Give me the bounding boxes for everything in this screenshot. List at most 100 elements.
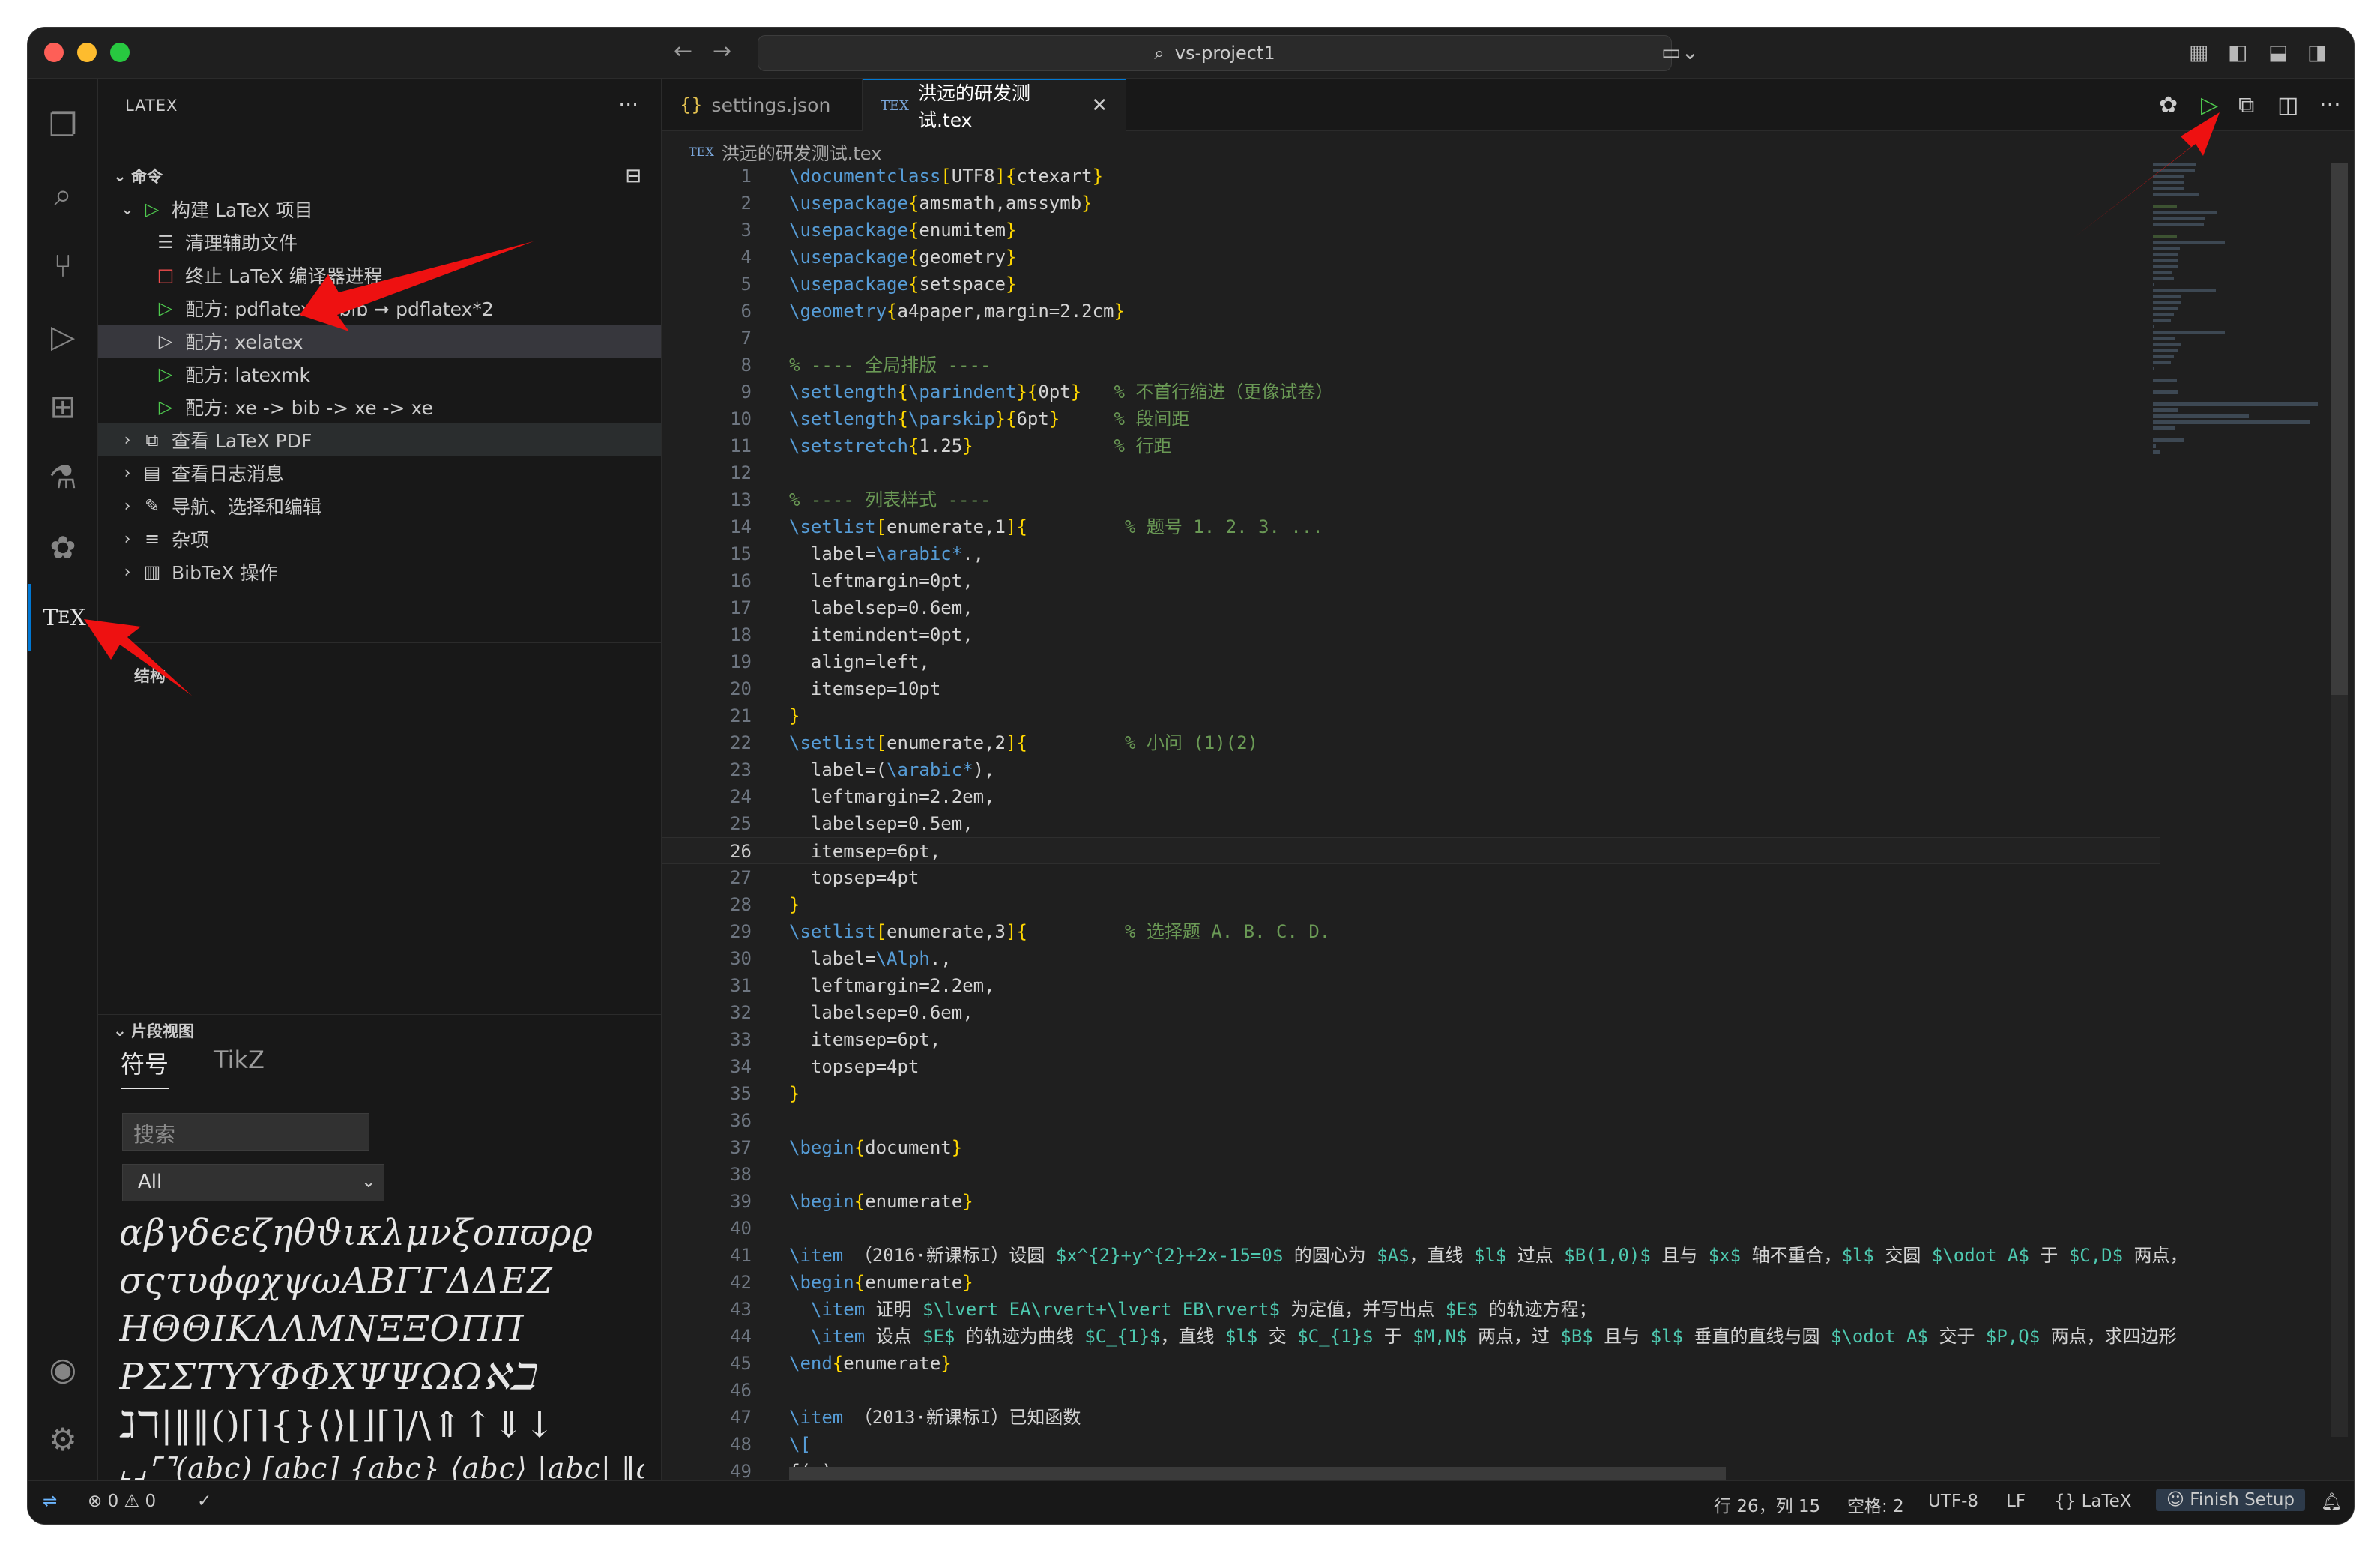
code-line[interactable]: 24 leftmargin=2.2em, [662,783,2160,810]
kill-compiler-item[interactable]: □ 终止 LaTeX 编译器进程 [98,259,661,292]
explorer-icon[interactable]: ❐ [28,91,98,158]
line-text[interactable]: \setlength{\parskip}{6pt} % 段间距 [789,405,1189,432]
source-control-icon[interactable]: ⑂ [28,232,98,299]
line-text[interactable]: topsep=4pt [789,864,919,891]
code-line[interactable]: 11 \setstretch{1.25} % 行距 [662,432,2160,459]
chatgpt-action-icon[interactable]: ✿ [2159,92,2178,118]
line-text[interactable]: itemsep=6pt, [789,838,940,865]
view-pdf-group[interactable]: › ⧉ 查看 LaTeX PDF [98,423,661,456]
line-text[interactable]: \usepackage{enumitem} [789,217,1016,244]
code-line[interactable]: 47 \item （2013·新课标I）已知函数 [662,1404,2160,1431]
toggle-sidebar-icon[interactable]: ◧ [2228,40,2247,64]
structure-section-header[interactable]: 结构 [98,660,661,690]
line-text[interactable]: \documentclass[UTF8]{ctexart} [789,163,1103,190]
line-text[interactable]: \begin{document} [789,1134,962,1161]
line-text[interactable]: \item （2013·新课标I）已知函数 [789,1404,1081,1431]
code-line[interactable]: 10 \setlength{\parskip}{6pt} % 段间距 [662,405,2160,432]
cursor-position[interactable]: 行 26，列 15 [1714,1492,1820,1517]
forward-arrow-icon[interactable]: → [713,38,731,64]
code-line[interactable]: 25 labelsep=0.5em, [662,810,2160,837]
code-line[interactable]: 41 \item （2016·新课标I）设圆 $x^{2}+y^{2}+2x-15… [662,1242,2187,1269]
line-text[interactable]: \item 设点 $E$ 的轨迹为曲线 $C_{1}$，直线 $l$ 交 $C_… [789,1323,2177,1350]
code-line[interactable]: 4 \usepackage{geometry} [662,244,2160,271]
line-text[interactable]: label=\Alph., [789,945,952,972]
back-arrow-icon[interactable]: ← [674,38,692,64]
code-line[interactable]: 43 \item 证明 $\lvert EA\rvert+\lvert EB\r… [662,1296,2160,1323]
code-line[interactable]: 27 topsep=4pt [662,864,2160,891]
recipe-pdflatex-item[interactable]: ▷ 配方: pdflatex ➞ bib ➞ pdflatex*2 [98,292,661,325]
line-text[interactable]: itemsep=10pt [789,675,940,702]
code-line[interactable]: 42 \begin{enumerate} [662,1269,2160,1296]
code-line[interactable]: 20 itemsep=10pt [662,675,2160,702]
vertical-scrollbar[interactable] [2331,163,2348,1437]
line-text[interactable]: leftmargin=2.2em, [789,972,995,999]
horizontal-scrollbar[interactable] [789,1467,1726,1482]
zoom-window-button[interactable] [110,43,130,62]
code-line[interactable]: 45 \end{enumerate} [662,1350,2160,1377]
code-line[interactable]: 44 \item 设点 $E$ 的轨迹为曲线 $C_{1}$，直线 $l$ 交 … [662,1323,2177,1350]
line-text[interactable]: } [789,702,800,729]
line-ending[interactable]: LF [2006,1492,2026,1511]
code-line[interactable]: 34 topsep=4pt [662,1053,2160,1080]
scrollbar-thumb[interactable] [2331,163,2348,695]
code-line[interactable]: 26 itemsep=6pt, [662,837,2160,864]
code-line[interactable]: 40 [662,1215,2160,1242]
code-line[interactable]: 1 \documentclass[UTF8]{ctexart} [662,163,2160,190]
line-text[interactable]: label=(\arabic*), [789,756,995,783]
recipe-latexmk-item[interactable]: ▷ 配方: latexmk [98,358,661,390]
build-project-item[interactable]: ⌄ ▷ 构建 LaTeX 项目 [98,193,661,226]
code-line[interactable]: 37 \begin{document} [662,1134,2160,1161]
code-line[interactable]: 30 label=\Alph., [662,945,2160,972]
code-line[interactable]: 39 \begin{enumerate} [662,1188,2160,1215]
close-tab-icon[interactable]: ✕ [1091,94,1108,117]
search-icon[interactable]: ⌕ [28,161,98,229]
code-line[interactable]: 15 label=\arabic*., [662,540,2160,567]
line-text[interactable]: topsep=4pt [789,1053,919,1080]
collapse-all-icon[interactable]: ⊟ [625,165,641,187]
settings-gear-icon[interactable]: ⚙ [28,1405,98,1473]
line-text[interactable]: \begin{enumerate} [789,1188,973,1215]
symbol-row[interactable]: σςτυϕφχψωΑΒΓΓΔΔΕΖ [119,1260,644,1308]
code-line[interactable]: 14 \setlist[enumerate,1]{ % 题号 1. 2. 3. .… [662,513,2160,540]
line-text[interactable]: labelsep=0.5em, [789,810,973,837]
code-line[interactable]: 38 [662,1161,2160,1188]
minimap[interactable] [2153,163,2333,462]
build-run-icon[interactable]: ▷ [2201,92,2218,118]
symbol-row[interactable]: ΗΘΘΙΚΛΛΜΝΞΞΟΠΠ [119,1308,644,1356]
code-line[interactable]: 48 \[ [662,1431,2160,1458]
line-text[interactable]: \usepackage{amsmath,amssymb} [789,190,1093,217]
line-text[interactable]: % ---- 全局排版 ---- [789,352,991,379]
code-line[interactable]: 46 [662,1377,2160,1404]
line-text[interactable]: labelsep=0.6em, [789,594,973,621]
line-text[interactable]: label=\arabic*., [789,540,984,567]
line-text[interactable]: leftmargin=0pt, [789,567,973,594]
misc-group[interactable]: › ≡ 杂项 [98,522,661,555]
code-line[interactable]: 12 [662,459,2160,486]
symbol-row[interactable]: ΡΣΣΤΥΥΦΦΧΨΨΩΩℵℶ [119,1356,644,1404]
split-editor-icon[interactable]: ◫ [2277,92,2298,118]
symbol-row[interactable]: αβγδϵεζηθϑικλμνξoπϖρϱ [119,1212,644,1260]
code-line[interactable]: 29 \setlist[enumerate,3]{ % 选择题 A. B. C. … [662,918,2160,945]
bibtex-group[interactable]: › ▥ BibTeX 操作 [98,555,661,588]
line-text[interactable]: leftmargin=2.2em, [789,783,995,810]
line-text[interactable]: \geometry{a4paper,margin=2.2cm} [789,298,1125,325]
copilot-chat-icon[interactable]: ▭⌄ [1661,40,1699,64]
code-line[interactable]: 13 % ---- 列表样式 ---- [662,486,2160,513]
code-line[interactable]: 18 itemindent=0pt, [662,621,2160,648]
code-line[interactable]: 7 [662,325,2160,352]
line-text[interactable]: \setlength{\parindent}{0pt} % 不首行缩进（更像试卷… [789,379,1333,405]
notifications-bell-icon[interactable]: 🔔︎ [2321,1492,2343,1512]
line-text[interactable]: \setlist[enumerate,2]{ % 小问 (1)(2) [789,729,1258,756]
line-text[interactable]: \end{enumerate} [789,1350,952,1377]
code-line[interactable]: 3 \usepackage{enumitem} [662,217,2160,244]
code-line[interactable]: 17 labelsep=0.6em, [662,594,2160,621]
navigate-edit-group[interactable]: › ✎ 导航、选择和编辑 [98,489,661,522]
indentation[interactable]: 空格: 2 [1847,1492,1904,1517]
line-text[interactable]: align=left, [789,648,930,675]
symbol-filter-select[interactable]: All ⌄ [122,1164,384,1201]
toggle-secondary-sidebar-icon[interactable]: ◨ [2307,40,2327,64]
code-line[interactable]: 28} [662,891,2160,918]
line-text[interactable]: itemsep=6pt, [789,1026,940,1053]
line-text[interactable]: \item （2016·新课标I）设圆 $x^{2}+y^{2}+2x-15=0… [789,1242,2188,1269]
toggle-panel-icon[interactable]: ⬓ [2268,40,2288,64]
